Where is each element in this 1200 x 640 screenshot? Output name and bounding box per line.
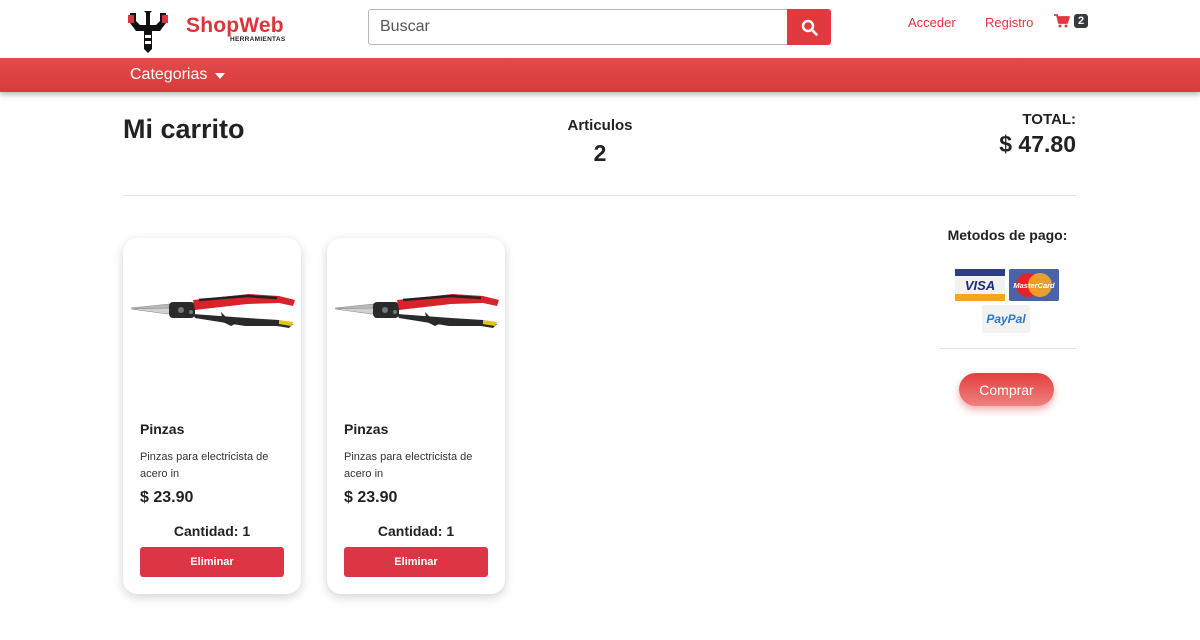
page-title: Mi carrito xyxy=(123,114,245,144)
product-price: $ 23.90 xyxy=(344,489,398,506)
items-label: Articulos xyxy=(567,117,633,134)
register-link[interactable]: Registro xyxy=(985,15,1033,30)
brand-name: ShopWeb xyxy=(186,14,284,37)
category-navbar: Categorias xyxy=(0,58,1200,92)
cart-item-card: Pinzas Pinzas para electricista de acero… xyxy=(327,238,505,594)
total-label: TOTAL: xyxy=(1022,111,1076,128)
product-price: $ 23.90 xyxy=(140,489,194,506)
product-quantity: Cantidad: 1 xyxy=(377,523,455,539)
visa-card-icon: VISA xyxy=(955,269,1005,301)
cart-count-badge: 2 xyxy=(1074,14,1089,28)
categories-label: Categorias xyxy=(130,66,208,83)
brand-tagline: HERRAMIENTAS xyxy=(230,36,286,43)
product-quantity: Cantidad: 1 xyxy=(173,523,251,539)
cart-link[interactable]: 2 xyxy=(1054,14,1089,28)
svg-text:MasterCard: MasterCard xyxy=(1013,281,1055,290)
mastercard-icon: MasterCard xyxy=(1009,269,1059,301)
wrench-logo-icon xyxy=(128,11,168,53)
paypal-icon: PayPal xyxy=(982,305,1030,333)
items-count: 2 xyxy=(593,140,607,166)
divider xyxy=(940,348,1076,349)
remove-item-button[interactable]: Eliminar xyxy=(344,547,488,577)
items-summary: Articulos 2 xyxy=(540,117,660,167)
product-description: Pinzas para electricista de acero in xyxy=(344,451,473,480)
total-summary: TOTAL: $ 47.80 xyxy=(999,111,1076,158)
total-value: $ 47.80 xyxy=(999,131,1076,157)
pliers-product-image xyxy=(334,294,499,328)
buy-button[interactable]: Comprar xyxy=(959,373,1054,406)
search-button[interactable] xyxy=(787,9,831,45)
search-input[interactable] xyxy=(368,9,788,45)
payment-methods-title: Metodos de pago: xyxy=(947,227,1068,243)
product-name: Pinzas xyxy=(344,421,389,437)
divider xyxy=(123,195,1076,196)
search-bar xyxy=(368,9,831,45)
categories-dropdown[interactable]: Categorias xyxy=(130,66,226,84)
top-header: ShopWeb HERRAMIENTAS Acceder Registro 2 xyxy=(0,0,1200,58)
product-description: Pinzas para electricista de acero in xyxy=(140,451,269,480)
cart-icon xyxy=(1054,14,1070,28)
remove-item-button[interactable]: Eliminar xyxy=(140,547,284,577)
login-link[interactable]: Acceder xyxy=(908,15,956,30)
search-icon xyxy=(801,19,818,36)
cart-item-card: Pinzas Pinzas para electricista de acero… xyxy=(123,238,301,594)
svg-text:PayPal: PayPal xyxy=(986,312,1026,326)
caret-down-icon xyxy=(215,73,226,79)
brand-logo[interactable]: ShopWeb HERRAMIENTAS xyxy=(126,9,296,53)
svg-text:VISA: VISA xyxy=(965,278,995,293)
product-name: Pinzas xyxy=(140,421,185,437)
pliers-product-image xyxy=(130,294,295,328)
